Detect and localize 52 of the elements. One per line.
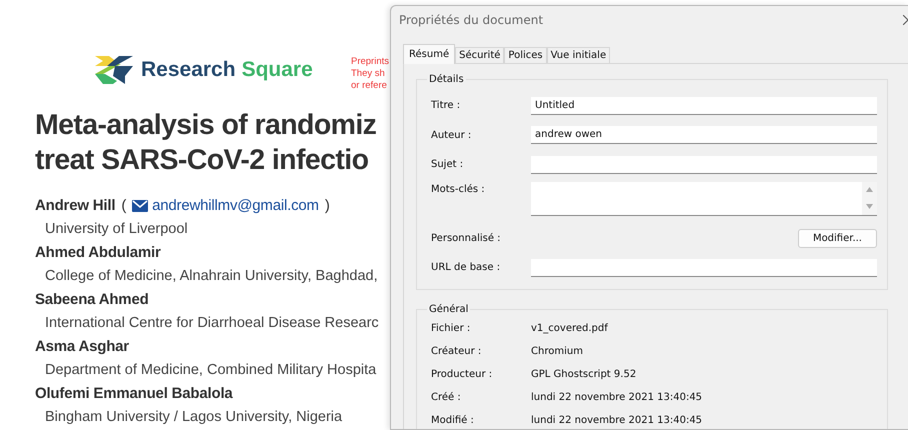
property-value: v1_covered.pdf	[531, 322, 608, 334]
paper-title-line: Meta-analysis of randomiz	[35, 109, 376, 141]
property-label: Producteur :	[431, 368, 494, 380]
tab[interactable]: Résumé	[403, 44, 456, 64]
property-label: Créé :	[431, 392, 462, 402]
logo-text: Research Square	[141, 58, 313, 82]
property-value: Chromium	[531, 346, 583, 356]
scroll-up-icon[interactable]	[866, 187, 873, 192]
author-name: Andrew Hill	[35, 196, 116, 216]
modify-button[interactable]: Modifier...	[798, 228, 877, 248]
preprint-notice-line: Preprints	[350, 56, 389, 68]
field-label: URL de base :	[431, 262, 502, 274]
tab[interactable]: Sécurité	[455, 47, 504, 63]
group-label: Détails	[428, 74, 465, 85]
dialog-title: Propriétés du document	[399, 13, 544, 27]
author-name: Ahmed Abdulamir	[35, 243, 161, 263]
close-icon[interactable]	[903, 15, 908, 25]
author-affiliation: Bingham University / Lagos University, Nigeria	[45, 408, 344, 427]
text-field[interactable]	[531, 156, 877, 174]
author-affiliation: International Centre for Diarrhoeal Disease Researc	[45, 314, 380, 333]
tab[interactable]: Polices	[504, 47, 547, 63]
author-affiliation: College of Medicine, Alnahrain University, Baghdad,	[45, 267, 379, 286]
logo-icon	[95, 56, 133, 84]
group-label: Général	[428, 304, 470, 314]
field-label: Sujet :	[431, 159, 464, 170]
property-value: lundi 22 novembre 2021 13:40:45	[531, 414, 702, 426]
preprint-notice-line: They sh	[350, 68, 386, 80]
author-name: Asma Asghar	[35, 337, 129, 357]
field-label: Titre :	[431, 100, 462, 112]
text-field[interactable]: andrew owen	[531, 126, 877, 144]
author-name: Sabeena Ahmed	[35, 290, 149, 310]
field-label: Personnalisé :	[431, 232, 502, 244]
envelope-icon	[132, 200, 148, 212]
author-affiliation: Department of Medicine, Combined Military Hospita	[45, 361, 378, 380]
author-affiliation: University of Liverpool	[45, 220, 189, 239]
field-label: Auteur :	[431, 130, 472, 141]
property-value: GPL Ghostscript 9.52	[531, 368, 636, 380]
text-field[interactable]: Untitled	[531, 96, 877, 115]
parenthesis: )	[324, 196, 330, 216]
preprint-notice-line: or refere	[350, 80, 388, 92]
tab[interactable]: Vue initiale	[546, 47, 610, 63]
property-label: Créateur :	[431, 346, 482, 356]
property-label: Modifié :	[431, 414, 475, 426]
property-label: Fichier :	[431, 322, 472, 334]
text-field[interactable]	[531, 258, 877, 277]
parenthesis: (	[121, 196, 126, 216]
paper-title-line: treat SARS-CoV-2 infectio	[35, 144, 368, 176]
scroll-down-icon[interactable]	[866, 204, 873, 209]
author-name: Olufemi Emmanuel Babalola	[35, 384, 233, 404]
email-link[interactable]: andrewhillmv@gmail.com	[132, 194, 319, 218]
field-label: Mots-clés :	[431, 184, 486, 194]
property-value: lundi 22 novembre 2021 13:40:45	[531, 392, 702, 402]
